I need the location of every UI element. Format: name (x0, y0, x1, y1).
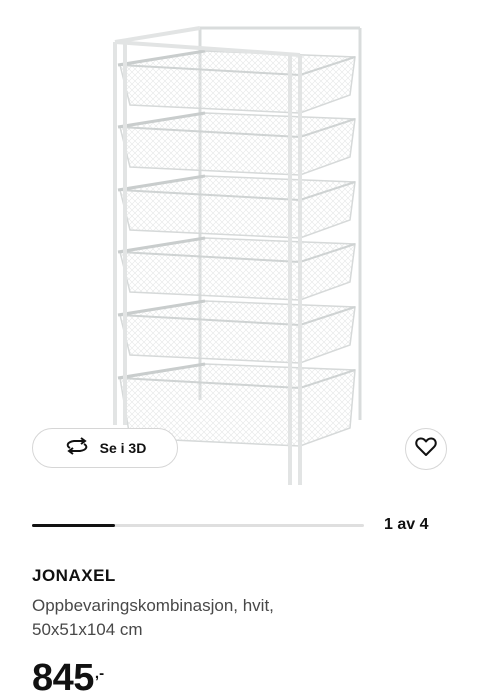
product-image-area[interactable] (0, 0, 480, 500)
wire-basket (117, 111, 356, 176)
gallery-progress-track (32, 524, 364, 527)
wire-basket (117, 299, 356, 364)
heart-icon (415, 436, 437, 462)
view-in-3d-label: Se i 3D (99, 440, 147, 456)
favorite-button[interactable] (405, 428, 447, 470)
gallery-progress-fill (32, 524, 115, 527)
wire-basket (117, 49, 356, 114)
product-dimensions: 50x51x104 cm (32, 620, 143, 639)
gallery-counter: 1 av 4 (384, 516, 429, 533)
product-price: 845 ,- (32, 656, 104, 700)
price-suffix: ,- (94, 665, 105, 682)
drawer-storage-unit-image (113, 26, 362, 485)
product-description: Oppbevaringskombinasjon, hvit, 50x51x104… (32, 594, 412, 642)
wire-basket (117, 236, 356, 301)
rotate-3d-icon (64, 436, 90, 460)
wire-basket (117, 174, 356, 239)
price-amount: 845 (32, 657, 94, 699)
view-in-3d-button[interactable]: Se i 3D (32, 428, 178, 468)
product-name[interactable]: JONAXEL (32, 566, 116, 586)
product-description-line: Oppbevaringskombinasjon, hvit, (32, 596, 274, 615)
